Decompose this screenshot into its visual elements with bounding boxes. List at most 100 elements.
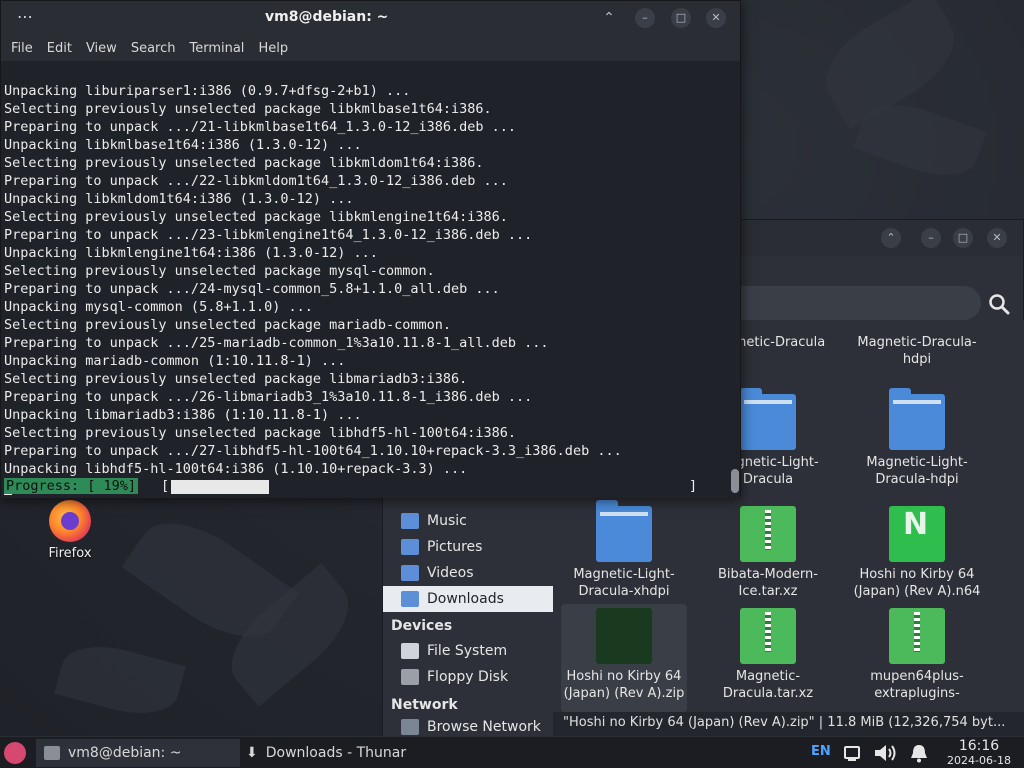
- sidebar-item-label: File System: [427, 643, 508, 659]
- scrollbar-thumb[interactable]: [731, 469, 739, 493]
- sidebar-item-downloads[interactable]: Downloads: [383, 586, 553, 612]
- progress-bracket-close: ]: [689, 478, 698, 494]
- window-title: vm8@debian: ~: [265, 9, 389, 25]
- sidebar-item-label: Pictures: [427, 539, 483, 555]
- terminal-output[interactable]: Unpacking liburiparser1:i386 (0.9.7+dfsg…: [1, 61, 729, 498]
- terminal-window[interactable]: ⋯ vm8@debian: ~ ⌃ – □ ✕ File Edit View S…: [0, 0, 741, 498]
- terminal-line: Selecting previously unselected package …: [4, 317, 452, 333]
- debian-menu-icon[interactable]: [4, 742, 26, 764]
- terminal-line: Selecting previously unselected package …: [4, 155, 484, 171]
- folder-icon: [740, 388, 796, 450]
- terminal-line: Unpacking liburiparser1:i386 (0.9.7+dfsg…: [4, 83, 411, 99]
- menu-search[interactable]: Search: [131, 41, 176, 56]
- task-thunar[interactable]: ⬇ Downloads - Thunar: [238, 739, 438, 767]
- music-folder-icon: [401, 513, 419, 529]
- sidebar-item-pictures[interactable]: Pictures: [383, 534, 553, 560]
- videos-folder-icon: [401, 565, 419, 581]
- terminal-icon: [44, 746, 60, 760]
- terminal-titlebar[interactable]: ⋯ vm8@debian: ~ ⌃ – □ ✕: [1, 1, 740, 35]
- download-icon: ⬇: [246, 745, 258, 761]
- file-item[interactable]: Hoshi no Kirby 64 (Japan) (Rev A).n64: [852, 506, 982, 600]
- archive-icon: [596, 608, 652, 664]
- network-wired-icon[interactable]: [842, 743, 862, 763]
- progress-label: Progress: [ 19%]: [4, 478, 139, 494]
- wallpaper-leaf: [54, 635, 186, 725]
- maximize-button[interactable]: □: [953, 228, 973, 248]
- scrollbar[interactable]: [730, 61, 740, 498]
- menu-edit[interactable]: Edit: [47, 41, 72, 56]
- file-item[interactable]: Magnetic-Dracula.tar.xz: [703, 608, 833, 702]
- terminal-line: Unpacking libmariadb3:i386 (1:10.11.8-1)…: [4, 407, 362, 423]
- terminal-line: Unpacking libkmlbase1t64:i386 (1.3.0-12)…: [4, 137, 362, 153]
- file-label: mupen64plus-extraplugins-: [870, 669, 964, 701]
- terminal-line: Preparing to unpack .../26-libmariadb3_1…: [4, 389, 533, 405]
- window-menu-icon[interactable]: ⋯: [17, 7, 33, 26]
- drive-icon: [401, 643, 419, 659]
- progress-bracket-open: [: [161, 478, 170, 494]
- maximize-button[interactable]: □: [671, 8, 691, 28]
- terminal-line: Preparing to unpack .../23-libkmlengine1…: [4, 227, 533, 243]
- minimize-button[interactable]: –: [635, 8, 655, 28]
- sidebar-item-floppy-disk[interactable]: Floppy Disk: [383, 664, 553, 690]
- task-label: vm8@debian: ~: [68, 745, 182, 761]
- sidebar-item-music[interactable]: Music: [383, 508, 553, 534]
- terminal-line: Preparing to unpack .../24-mysql-common_…: [4, 281, 500, 297]
- sidebar-heading-devices: Devices: [391, 618, 453, 634]
- progress-line: Progress: [ 19%] [ ]: [4, 478, 697, 496]
- firefox-icon: [49, 500, 91, 542]
- archive-icon: [889, 608, 945, 664]
- file-item[interactable]: Magnetic-Light-Dracula-hdpi: [852, 388, 982, 488]
- desktop-icon-firefox[interactable]: Firefox: [30, 500, 110, 572]
- clock[interactable]: 16:16 2024-06-18: [940, 737, 1018, 767]
- search-input[interactable]: [713, 286, 981, 320]
- terminal-line: Selecting previously unselected package …: [4, 263, 435, 279]
- folder-icon: [889, 388, 945, 450]
- terminal-line: Unpacking libhdf5-hl-100t64:i386 (1.10.1…: [4, 461, 468, 477]
- terminal-line: Unpacking libkmldom1t64:i386 (1.3.0-12) …: [4, 191, 354, 207]
- file-item[interactable]: Magnetic-Dracula-hdpi: [852, 334, 982, 368]
- network-icon: [401, 718, 419, 735]
- clock-date: 2024-06-18: [947, 754, 1011, 767]
- terminal-line: Unpacking libkmlengine1t64:i386 (1.3.0-1…: [4, 245, 378, 261]
- sidebar-item-videos[interactable]: Videos: [383, 560, 553, 586]
- shade-icon[interactable]: ⌃: [599, 8, 619, 28]
- downloads-folder-icon: [401, 591, 419, 607]
- progress-fill: [171, 480, 269, 494]
- minimize-icon-button[interactable]: –: [921, 228, 941, 248]
- menu-help[interactable]: Help: [258, 41, 288, 56]
- thunar-sidebar: Music Pictures Videos Downloads Devices …: [383, 488, 553, 737]
- menu-terminal[interactable]: Terminal: [189, 41, 244, 56]
- sidebar-item-label: Downloads: [427, 591, 504, 607]
- status-bar: "Hoshi no Kirby 64 (Japan) (Rev A).zip" …: [553, 712, 1024, 737]
- task-label: Downloads - Thunar: [265, 745, 407, 761]
- menu-view[interactable]: View: [86, 41, 117, 56]
- file-item[interactable]: mupen64plus-extraplugins-: [852, 608, 982, 702]
- file-item[interactable]: Bibata-Modern-Ice.tar.xz: [703, 506, 833, 600]
- sidebar-heading-network: Network: [391, 697, 458, 713]
- terminal-line: Unpacking mysql-common (5.8+1.1.0) ...: [4, 299, 313, 315]
- file-label: Magnetic-Light-Dracula-hdpi: [866, 455, 968, 487]
- file-label: Magnetic-Dracula.tar.xz: [722, 669, 814, 701]
- sidebar-item-file-system[interactable]: File System: [383, 638, 553, 664]
- sidebar-item-label: Floppy Disk: [427, 669, 509, 685]
- terminal-line: Unpacking mariadb-common (1:10.11.8-1) .…: [4, 353, 346, 369]
- volume-icon[interactable]: [873, 743, 899, 763]
- close-button[interactable]: ✕: [706, 8, 726, 28]
- sidebar-item-label: Videos: [427, 565, 474, 581]
- menu-file[interactable]: File: [11, 41, 33, 56]
- sidebar-item-browse-network[interactable]: Browse Network: [383, 716, 553, 737]
- file-label: Hoshi no Kirby 64 (Japan) (Rev A).n64: [853, 567, 981, 599]
- terminal-line: Preparing to unpack .../27-libhdf5-hl-10…: [4, 443, 622, 459]
- file-item[interactable]: Hoshi no Kirby 64 (Japan) (Rev A).zip: [561, 604, 687, 712]
- close-button[interactable]: ✕: [987, 228, 1007, 248]
- file-item[interactable]: Magnetic-Light-Dracula-xhdpi: [559, 500, 689, 600]
- minimize-button[interactable]: ⌃: [881, 228, 901, 248]
- terminal-menubar: File Edit View Search Terminal Help: [1, 35, 740, 61]
- terminal-line: Selecting previously unselected package …: [4, 371, 468, 387]
- notification-bell-icon[interactable]: [907, 743, 931, 763]
- search-icon[interactable]: [988, 293, 1010, 315]
- file-label: Magnetic-Dracula-hdpi: [857, 335, 977, 367]
- task-terminal[interactable]: vm8@debian: ~: [36, 739, 240, 767]
- keyboard-layout-indicator[interactable]: EN: [811, 744, 831, 759]
- folder-icon: [596, 500, 652, 562]
